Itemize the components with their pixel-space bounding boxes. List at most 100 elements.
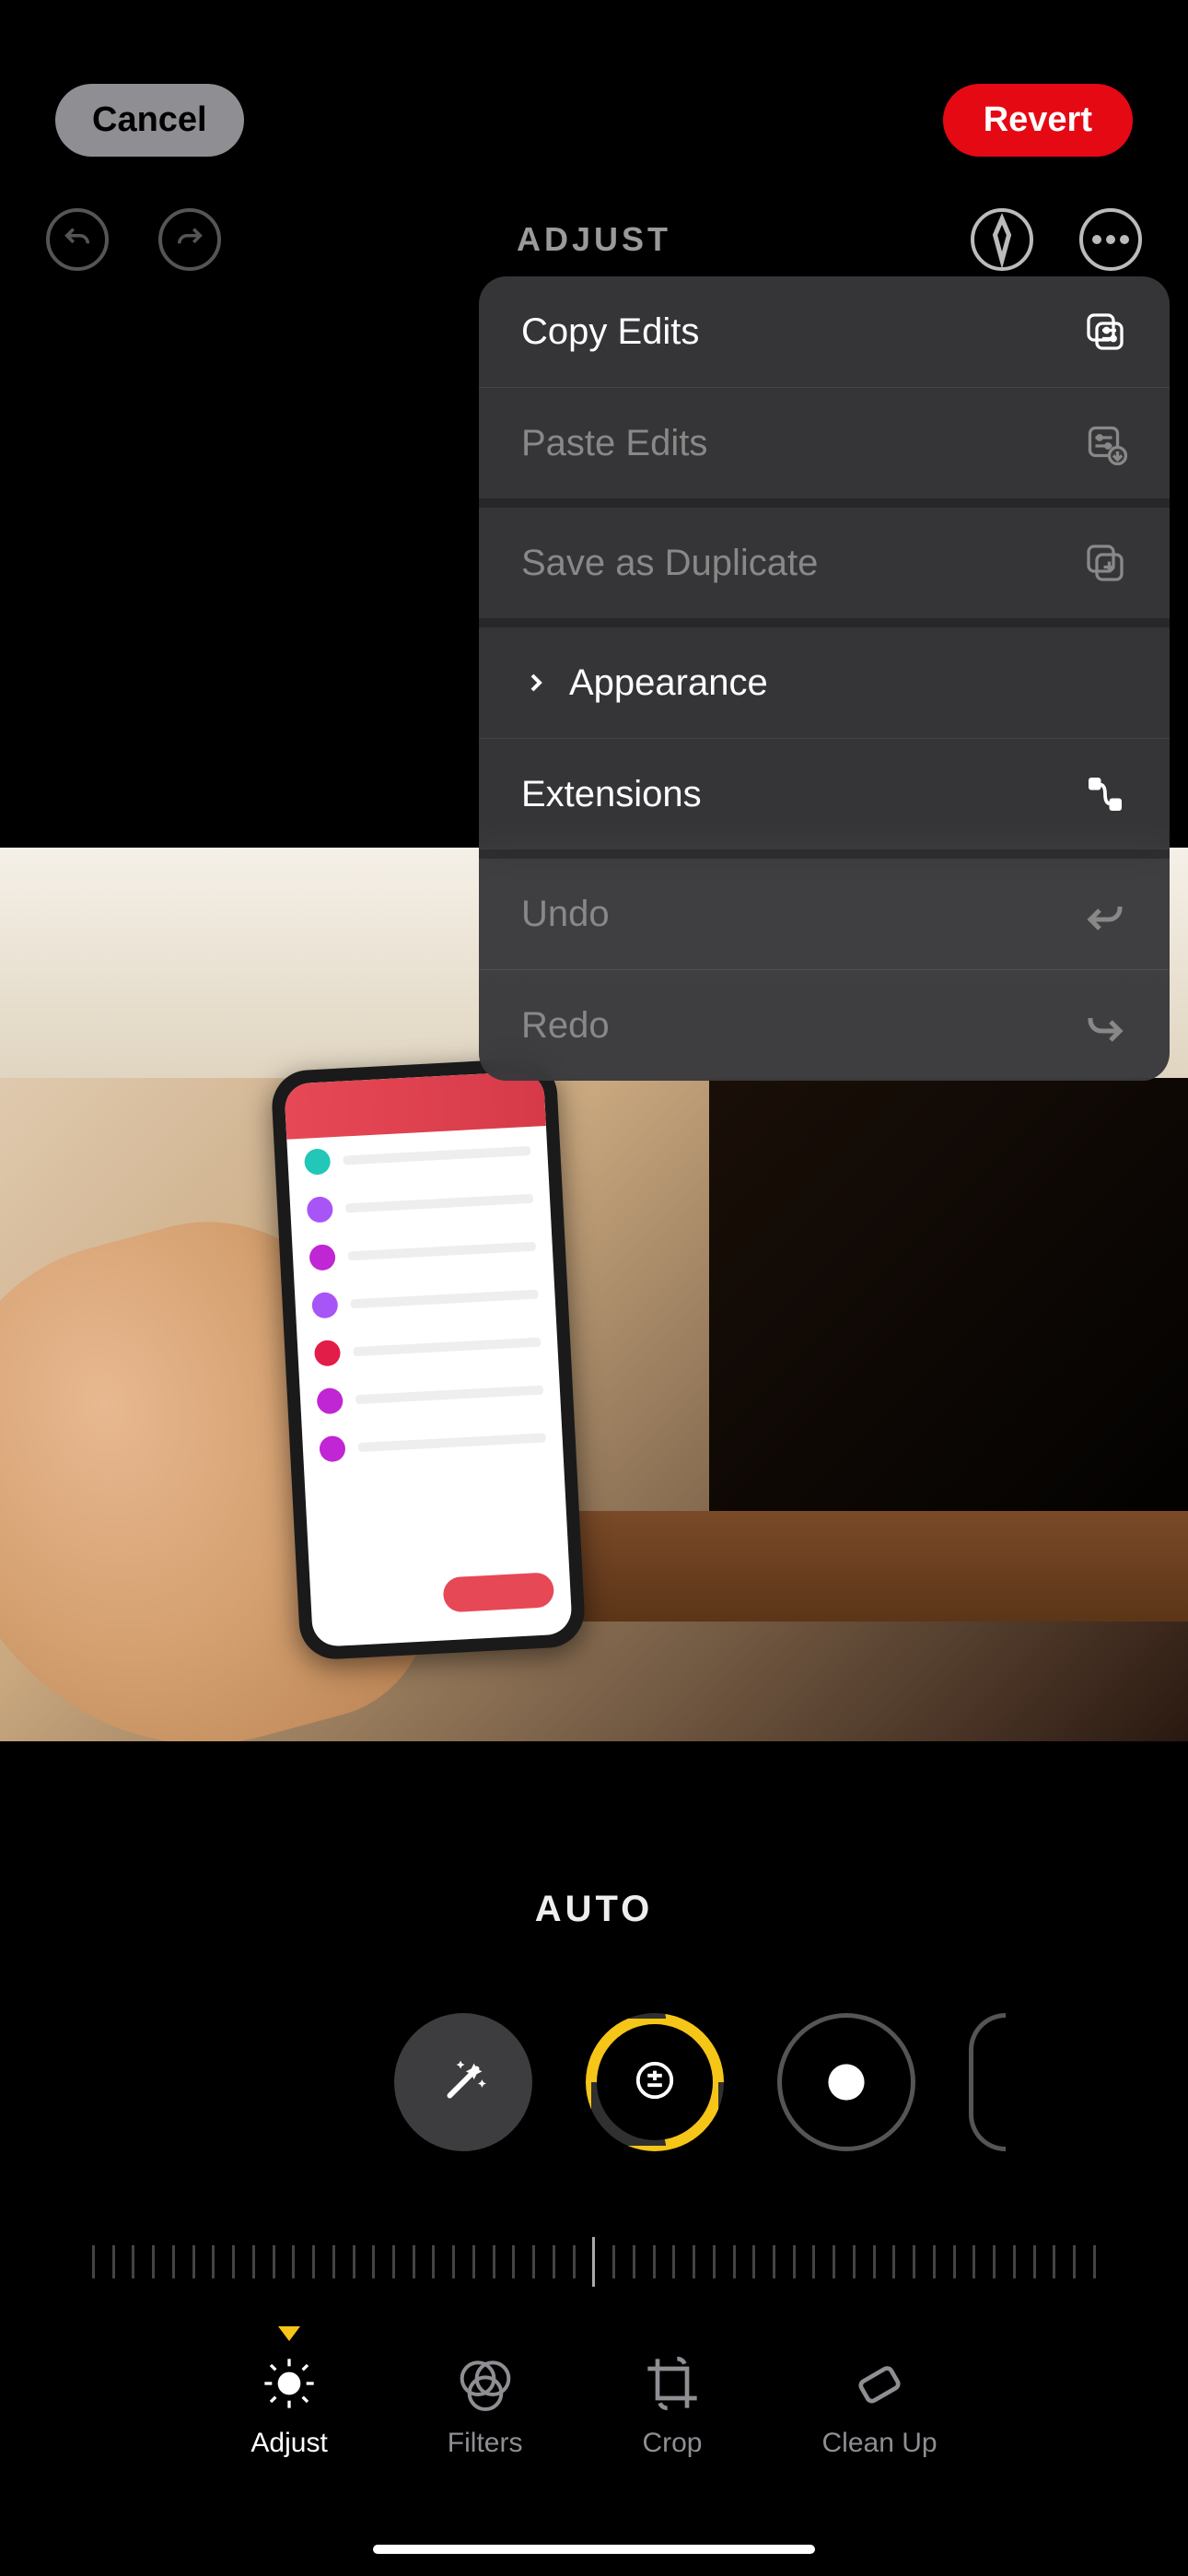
sub-bar: ADJUST [0, 189, 1188, 290]
photo-phone [270, 1057, 586, 1660]
slider-tick [172, 2245, 175, 2278]
slider-tick [332, 2245, 335, 2278]
slider-tick [192, 2245, 195, 2278]
slider-tick [633, 2245, 635, 2278]
menu-label: Save as Duplicate [521, 543, 818, 584]
chevron-right-icon [521, 661, 551, 705]
markup-pen-icon [974, 212, 1030, 267]
slider-tick [132, 2245, 134, 2278]
current-control-label: AUTO [535, 1889, 654, 1930]
menu-label: Undo [521, 894, 610, 935]
slider-tick [973, 2245, 975, 2278]
extensions-icon [1083, 772, 1127, 816]
slider-tick [392, 2245, 395, 2278]
slider-tick [693, 2245, 695, 2278]
slider-tick [953, 2245, 956, 2278]
tab-label: Clean Up [822, 2428, 938, 2459]
slider-tick [512, 2245, 515, 2278]
menu-label: Extensions [521, 774, 702, 815]
adjust-icon [260, 2354, 319, 2413]
slider-tick [452, 2245, 455, 2278]
slider-tick [733, 2245, 736, 2278]
menu-item-paste-edits: Paste Edits [479, 388, 1170, 508]
home-indicator[interactable] [373, 2545, 815, 2554]
adjustment-controls [0, 2013, 1188, 2151]
filters-icon [456, 2354, 515, 2413]
slider-tick [92, 2245, 95, 2278]
slider-tick [353, 2245, 355, 2278]
control-brilliance[interactable] [777, 2013, 915, 2151]
slider-tick [152, 2245, 155, 2278]
redo-button[interactable] [158, 208, 221, 271]
slider-tick [1073, 2245, 1076, 2278]
slider-tick [653, 2245, 656, 2278]
control-next-peek[interactable] [969, 2013, 1006, 2151]
control-exposure[interactable] [586, 2013, 724, 2151]
undo-redo-group [46, 208, 221, 271]
tab-label: Adjust [250, 2428, 327, 2459]
slider-tick [672, 2245, 675, 2278]
slider-tick [873, 2245, 876, 2278]
undo-button[interactable] [46, 208, 109, 271]
brilliance-icon [821, 2056, 872, 2108]
bottom-tabs: Adjust Filters Crop Clean Up [0, 2354, 1188, 2459]
slider-tick [532, 2245, 535, 2278]
slider-tick [713, 2245, 716, 2278]
slider-tick [812, 2245, 815, 2278]
crop-icon [643, 2354, 702, 2413]
copy-edits-icon [1083, 310, 1127, 354]
menu-item-extensions[interactable]: Extensions [479, 739, 1170, 859]
slider-tick [833, 2245, 835, 2278]
slider-tick [413, 2245, 415, 2278]
wand-icon [431, 2050, 495, 2114]
tab-filters[interactable]: Filters [448, 2354, 523, 2459]
markup-button[interactable] [971, 208, 1033, 271]
slider-tick [472, 2245, 475, 2278]
adjustment-slider[interactable]: // ticks inserted below after data bind [92, 2234, 1096, 2289]
undo-arrow-icon [62, 224, 93, 255]
slider-tick [913, 2245, 915, 2278]
revert-button[interactable]: Revert [943, 84, 1133, 157]
menu-item-redo: Redo [479, 970, 1170, 1081]
paste-edits-icon [1083, 421, 1127, 465]
tab-crop[interactable]: Crop [642, 2354, 702, 2459]
slider-tick [252, 2245, 255, 2278]
mode-title: ADJUST [517, 220, 671, 259]
slider-tick [1093, 2245, 1096, 2278]
slider-tick [432, 2245, 435, 2278]
menu-item-undo: Undo [479, 859, 1170, 970]
tab-label: Filters [448, 2428, 523, 2459]
menu-item-appearance[interactable]: Appearance [479, 627, 1170, 739]
menu-label: Redo [521, 1005, 610, 1047]
slider-tick [273, 2245, 275, 2278]
ellipsis-icon [1083, 212, 1138, 267]
slider-tick [1013, 2245, 1016, 2278]
slider-tick [592, 2237, 595, 2287]
redo-icon [1083, 1003, 1127, 1048]
slider-tick [793, 2245, 796, 2278]
eraser-icon [850, 2354, 909, 2413]
control-auto[interactable] [394, 2013, 532, 2151]
menu-label: Paste Edits [521, 423, 707, 464]
slider-tick [112, 2245, 115, 2278]
cancel-button[interactable]: Cancel [55, 84, 244, 157]
slider-tick [612, 2245, 615, 2278]
menu-item-copy-edits[interactable]: Copy Edits [479, 276, 1170, 388]
redo-arrow-icon [174, 224, 205, 255]
tab-cleanup[interactable]: Clean Up [822, 2354, 938, 2459]
tab-label: Crop [642, 2428, 702, 2459]
slider-tick [1033, 2245, 1036, 2278]
top-bar: Cancel Revert [0, 64, 1188, 175]
slider-tick [493, 2245, 495, 2278]
menu-item-save-duplicate: Save as Duplicate [479, 508, 1170, 627]
slider-tick [933, 2245, 936, 2278]
slider-tick [892, 2245, 895, 2278]
slider-tick [372, 2245, 375, 2278]
slider-tick [312, 2245, 315, 2278]
right-actions [971, 208, 1142, 271]
menu-label: Appearance [569, 662, 768, 704]
slider-tick [573, 2245, 576, 2278]
tab-adjust[interactable]: Adjust [250, 2354, 327, 2459]
slider-tick [993, 2245, 996, 2278]
more-button[interactable] [1079, 208, 1142, 271]
